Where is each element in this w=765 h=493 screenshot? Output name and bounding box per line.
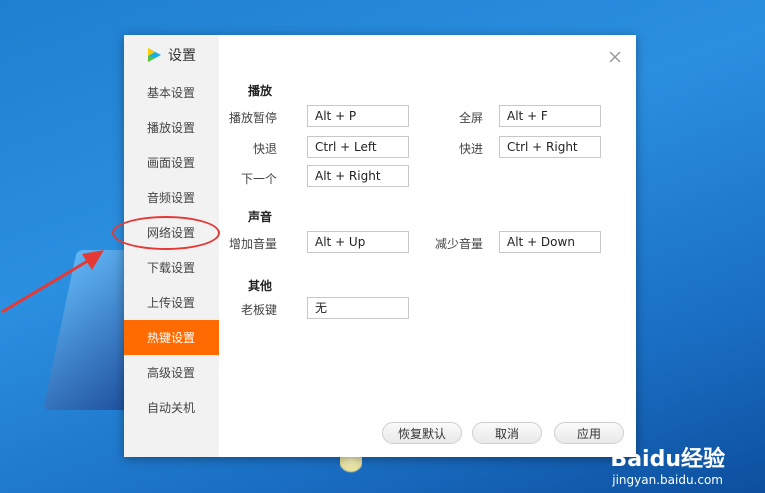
app-logo-icon <box>148 48 161 62</box>
sidebar-item-auto-shutdown[interactable]: 自动关机 <box>124 390 219 425</box>
cancel-button[interactable]: 取消 <box>472 422 542 444</box>
label-forward: 快进 <box>458 142 483 156</box>
watermark-url: jingyan.baidu.com <box>612 473 723 487</box>
section-title-other: 其他 <box>248 279 273 293</box>
section-title-playback: 播放 <box>248 84 273 98</box>
sidebar-item-playback[interactable]: 播放设置 <box>124 110 219 145</box>
watermark-brand: Baidu经验 <box>610 447 725 472</box>
hotkey-next-input[interactable]: Alt + Right <box>307 165 409 187</box>
sidebar-item-advanced[interactable]: 高级设置 <box>124 355 219 390</box>
settings-dialog: 设置 基本设置 播放设置 画面设置 音频设置 网络设置 下载设置 上传设置 热键… <box>124 35 636 457</box>
hotkey-volume-up-input[interactable]: Alt + Up <box>307 231 409 253</box>
sidebar-item-picture[interactable]: 画面设置 <box>124 145 219 180</box>
hotkey-boss-key-input[interactable]: 无 <box>307 297 409 319</box>
label-volume-up: 增加音量 <box>228 237 277 251</box>
label-volume-down: 减少音量 <box>434 237 483 251</box>
hotkey-play-pause-input[interactable]: Alt + P <box>307 105 409 127</box>
sidebar-item-hotkeys[interactable]: 热键设置 <box>124 320 219 355</box>
label-rewind: 快退 <box>252 142 277 156</box>
sidebar-header: 设置 <box>124 35 219 75</box>
label-next: 下一个 <box>240 172 277 186</box>
hotkey-forward-input[interactable]: Ctrl + Right <box>499 136 601 158</box>
label-play-pause: 播放暂停 <box>228 111 277 125</box>
sidebar-item-audio[interactable]: 音频设置 <box>124 180 219 215</box>
annotation-arrow-icon <box>1 250 104 314</box>
window-title: 设置 <box>168 48 196 64</box>
close-icon[interactable] <box>608 50 622 64</box>
annotation-highlight-ellipse <box>112 216 220 250</box>
settings-content: 播放 播放暂停 Alt + P 全屏 Alt + F 快退 Ctrl + Lef… <box>219 35 636 457</box>
restore-defaults-button[interactable]: 恢复默认 <box>382 422 462 444</box>
hotkey-fullscreen-input[interactable]: Alt + F <box>499 105 601 127</box>
hotkey-rewind-input[interactable]: Ctrl + Left <box>307 136 409 158</box>
sidebar-item-download[interactable]: 下载设置 <box>124 250 219 285</box>
sidebar-item-upload[interactable]: 上传设置 <box>124 285 219 320</box>
hotkey-volume-down-input[interactable]: Alt + Down <box>499 231 601 253</box>
label-fullscreen: 全屏 <box>458 111 483 125</box>
label-boss-key: 老板键 <box>240 303 277 317</box>
section-title-sound: 声音 <box>248 210 273 224</box>
sidebar-item-basic[interactable]: 基本设置 <box>124 75 219 110</box>
